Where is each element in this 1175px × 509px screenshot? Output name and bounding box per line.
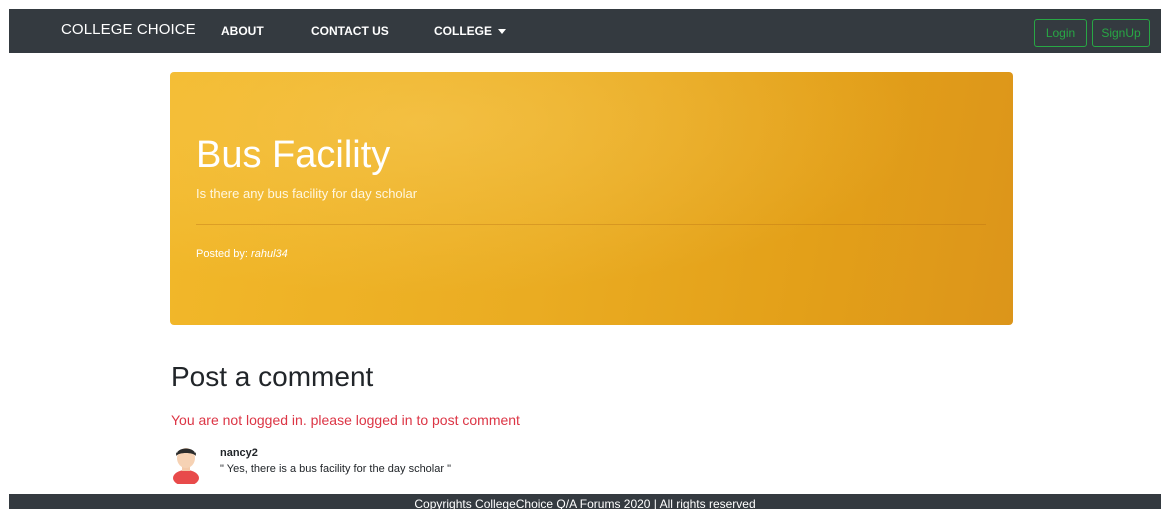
footer: Copyrights CollegeChoice Q/A Forums 2020…: [9, 494, 1161, 509]
divider: [196, 224, 986, 225]
posted-by-label: Posted by:: [196, 248, 248, 260]
login-required-message: You are not logged in. please logged in …: [171, 412, 520, 428]
comment-username: nancy2: [220, 447, 258, 459]
thread-description: Is there any bus facility for day schola…: [196, 186, 418, 201]
caret-down-icon: [498, 29, 507, 35]
brand-logo[interactable]: COLLEGE CHOICE: [61, 21, 196, 38]
thread-jumbotron: Bus Facility Is there any bus facility f…: [170, 72, 1013, 325]
nav-dropdown-college-label: COLLEGE: [434, 24, 493, 38]
post-comment-heading: Post a comment: [171, 361, 374, 392]
comment-item: nancy2 " Yes, there is a bus facility fo…: [171, 440, 971, 485]
posted-by-user: rahul34: [251, 248, 288, 260]
nav-link-about[interactable]: ABOUT: [221, 24, 264, 38]
footer-text: Copyrights CollegeChoice Q/A Forums 2020…: [414, 497, 756, 509]
login-button[interactable]: Login: [1034, 19, 1087, 47]
nav-dropdown-college[interactable]: COLLEGE: [434, 24, 507, 38]
posted-by: Posted by: rahul34: [196, 248, 288, 260]
navbar: COLLEGE CHOICE ABOUT CONTACT US COLLEGE …: [9, 9, 1161, 53]
user-avatar-icon: [173, 448, 199, 484]
thread-title: Bus Facility: [196, 134, 391, 176]
nav-link-contact[interactable]: CONTACT US: [311, 24, 389, 38]
signup-button[interactable]: SignUp: [1092, 19, 1150, 47]
comment-text: " Yes, there is a bus facility for the d…: [220, 463, 451, 475]
